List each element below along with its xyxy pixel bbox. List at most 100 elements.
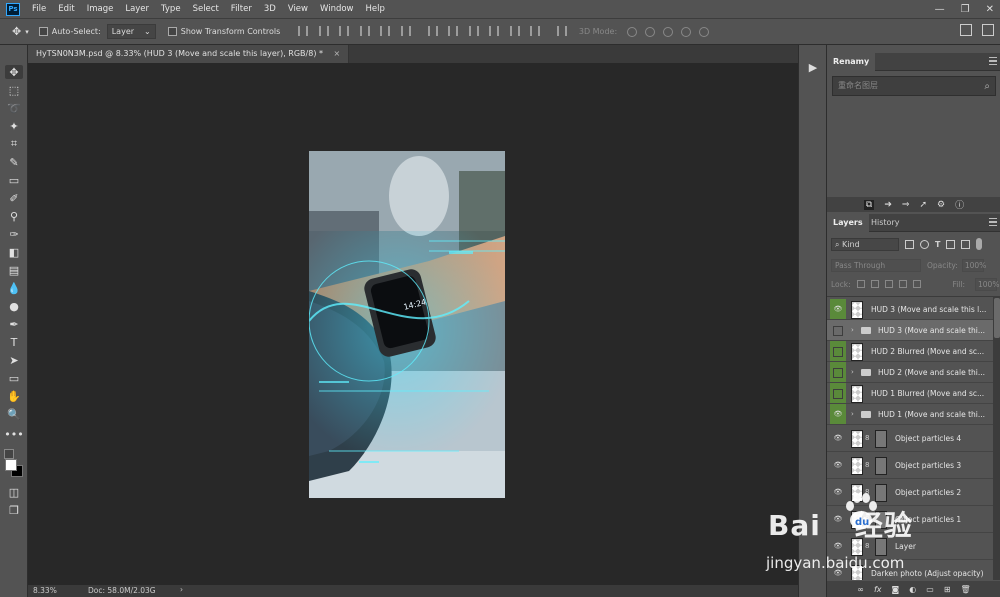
crop-tool-icon[interactable]: ⌗	[5, 137, 23, 151]
visibility-toggle[interactable]: 👁	[830, 404, 846, 424]
workspace-icon[interactable]	[960, 24, 972, 36]
scrollbar-thumb[interactable]	[994, 298, 1000, 338]
tab-layers[interactable]: Layers	[827, 214, 869, 232]
layer-row[interactable]: 👁 Darken photo (Adjust opacity)	[827, 560, 993, 580]
visibility-toggle[interactable]	[830, 383, 846, 403]
layer-row[interactable]: 👁 8 Object particles 2	[827, 479, 993, 506]
type-tool-icon[interactable]: T	[5, 335, 23, 349]
zoom-tool-icon[interactable]: 🔍	[5, 407, 23, 421]
dodge-tool-icon[interactable]: ●	[5, 299, 23, 313]
close-window-icon[interactable]: ✕	[986, 4, 994, 15]
history-brush-tool-icon[interactable]: ✑	[5, 227, 23, 241]
layer-mask-thumbnail[interactable]	[875, 456, 887, 475]
menu-image[interactable]: Image	[81, 0, 120, 18]
menu-help[interactable]: Help	[360, 0, 391, 18]
visibility-toggle[interactable]: 👁	[830, 533, 846, 559]
layer-row[interactable]: 👁 8 Object particles 3	[827, 452, 993, 479]
eraser-tool-icon[interactable]: ◧	[5, 245, 23, 259]
layer-list-scrollbar[interactable]	[993, 296, 1000, 580]
distribute-vcenter-icon[interactable]	[448, 25, 459, 36]
new-layer-icon[interactable]: ⊞	[944, 585, 951, 594]
filter-adjustment-icon[interactable]	[920, 239, 929, 249]
pen-tool-icon[interactable]: ✒	[5, 317, 23, 331]
gradient-tool-icon[interactable]: ▤	[5, 263, 23, 277]
layer-group-row[interactable]: › HUD 2 (Move and scale thi...	[827, 362, 993, 383]
distribute-bottom-icon[interactable]	[468, 25, 479, 36]
3d-orbit-icon[interactable]	[627, 26, 638, 37]
3d-roll-icon[interactable]	[645, 26, 656, 37]
lock-artboard-icon[interactable]	[898, 280, 907, 288]
mask-link-icon[interactable]: 8	[865, 515, 869, 523]
layer-group-row[interactable]: 👁 › HUD 1 (Move and scale thi...	[827, 404, 993, 425]
hand-tool-icon[interactable]: ✋	[5, 389, 23, 403]
distribute-top-icon[interactable]	[427, 25, 438, 36]
arrow-right-icon[interactable]: ⇒	[902, 200, 910, 210]
new-adjustment-icon[interactable]: ◐	[909, 585, 916, 594]
menu-window[interactable]: Window	[314, 0, 360, 18]
renamy-search-input[interactable]: 重命名图层 ⌕	[832, 76, 996, 96]
menu-select[interactable]: Select	[187, 0, 225, 18]
settings-gear-icon[interactable]: ⚙	[937, 200, 945, 210]
layers-panel-menu-icon[interactable]	[989, 218, 997, 226]
lock-pixels-icon[interactable]	[870, 280, 879, 288]
properties-icon[interactable]: ⧉	[863, 199, 875, 210]
menu-3d[interactable]: 3D	[258, 0, 282, 18]
eyedropper-tool-icon[interactable]: ✎	[5, 155, 23, 169]
info-icon[interactable]: ⓘ	[955, 198, 964, 211]
mask-link-icon[interactable]: 8	[865, 488, 869, 496]
menu-filter[interactable]: Filter	[225, 0, 258, 18]
3d-slide-icon[interactable]	[681, 26, 692, 37]
magic-wand-tool-icon[interactable]: ✦	[5, 119, 23, 133]
expand-group-icon[interactable]: ›	[851, 410, 854, 418]
renamy-panel-menu-icon[interactable]	[989, 57, 997, 65]
brush-tool-icon[interactable]: ✐	[5, 191, 23, 205]
layer-row[interactable]: HUD 2 Blurred (Move and sc...	[827, 341, 993, 362]
filter-toggle[interactable]	[976, 238, 983, 250]
3d-scale-icon[interactable]	[699, 26, 710, 37]
new-group-icon[interactable]: ▭	[926, 585, 934, 594]
path-selection-tool-icon[interactable]: ➤	[5, 353, 23, 367]
canvas-area[interactable]: 14:24	[28, 63, 798, 585]
layer-mask-thumbnail[interactable]	[875, 429, 887, 448]
distribute-left-icon[interactable]	[489, 25, 500, 36]
lock-position-icon[interactable]	[884, 280, 893, 288]
more-tools-icon[interactable]: •••	[4, 427, 23, 441]
filter-smart-object-icon[interactable]	[961, 239, 971, 249]
filter-pixel-icon[interactable]	[905, 239, 914, 249]
layer-style-icon[interactable]: fx	[874, 585, 882, 594]
visibility-toggle[interactable]: 👁	[830, 479, 846, 505]
mask-link-icon[interactable]: 8	[865, 434, 869, 442]
quick-mask-icon[interactable]: ◫	[5, 485, 23, 499]
move-tool-preset-icon[interactable]: ✥	[12, 25, 21, 38]
visibility-toggle[interactable]	[830, 320, 846, 340]
menu-edit[interactable]: Edit	[52, 0, 80, 18]
layer-mask-thumbnail[interactable]	[875, 483, 887, 502]
auto-align-icon[interactable]	[556, 25, 567, 36]
foreground-color-swatch[interactable]	[5, 459, 17, 471]
visibility-toggle[interactable]: 👁	[830, 299, 846, 319]
layer-group-row[interactable]: › HUD 3 (Move and scale thi...	[827, 320, 993, 341]
visibility-toggle[interactable]: 👁	[830, 425, 846, 451]
show-transform-checkbox[interactable]	[167, 27, 177, 36]
align-top-icon[interactable]	[298, 25, 309, 36]
renamy-tab[interactable]: Renamy	[827, 53, 876, 71]
align-bottom-icon[interactable]	[339, 25, 350, 36]
menu-view[interactable]: View	[282, 0, 314, 18]
mask-link-icon[interactable]: 8	[865, 461, 869, 469]
layer-row[interactable]: HUD 1 Blurred (Move and sc...	[827, 383, 993, 404]
filter-kind-select[interactable]: ⌕ Kind	[831, 237, 899, 251]
lasso-tool-icon[interactable]: ➰	[5, 101, 23, 115]
expand-group-icon[interactable]: ›	[851, 368, 854, 376]
auto-select-checkbox[interactable]	[38, 27, 48, 36]
actions-play-icon[interactable]: ▶	[805, 61, 821, 75]
lock-transparent-icon[interactable]	[856, 280, 865, 288]
document-image[interactable]: 14:24	[309, 151, 505, 498]
document-tab[interactable]: HyTSN0N3M.psd @ 8.33% (HUD 3 (Move and s…	[28, 45, 350, 63]
distribute-hcenter-icon[interactable]	[509, 25, 520, 36]
opacity-input[interactable]: 100%	[961, 258, 986, 272]
blur-tool-icon[interactable]: 💧	[5, 281, 23, 295]
tab-history[interactable]: History	[865, 214, 905, 232]
filter-shape-icon[interactable]	[946, 239, 956, 249]
align-vcenter-icon[interactable]	[318, 25, 329, 36]
filter-type-icon[interactable]: T	[935, 240, 940, 249]
